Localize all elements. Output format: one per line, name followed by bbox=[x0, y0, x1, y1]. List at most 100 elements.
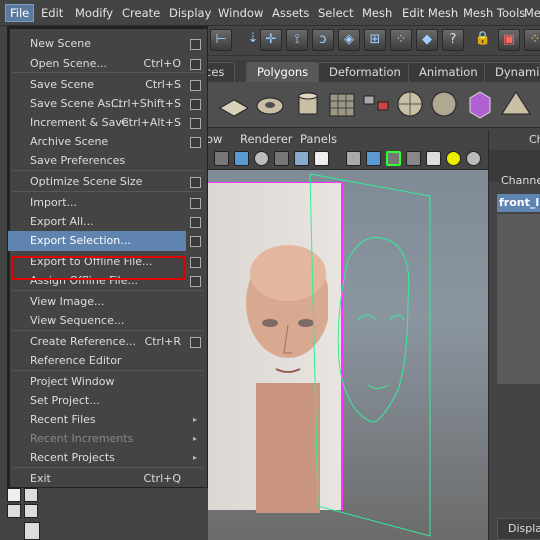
snap-curve-icon[interactable]: ⟟ bbox=[286, 29, 308, 51]
menu-item-shortcut: Ctrl+S bbox=[145, 78, 181, 91]
lock-icon[interactable]: 🔒 bbox=[472, 29, 494, 51]
file-menu-item[interactable]: Reference Editor bbox=[8, 351, 207, 371]
shaded-icon[interactable] bbox=[234, 151, 249, 166]
sphere-icon[interactable] bbox=[394, 88, 426, 120]
file-menu-item[interactable]: Save Scene As... Ctrl+Shift+S bbox=[8, 94, 207, 114]
menu-edit[interactable]: Edit bbox=[41, 4, 63, 22]
layout-persp-icon[interactable] bbox=[24, 488, 38, 502]
cube-icon[interactable] bbox=[464, 88, 496, 120]
resolution-icon[interactable] bbox=[426, 151, 441, 166]
snap-live-icon[interactable]: ⁘ bbox=[390, 29, 412, 51]
file-menu-item[interactable]: Create Reference... Ctrl+R bbox=[8, 332, 207, 352]
poly-sphere-icon[interactable] bbox=[428, 88, 460, 120]
layout-outliner-icon[interactable] bbox=[24, 522, 40, 540]
layout-single-icon[interactable] bbox=[7, 488, 21, 502]
option-box-icon[interactable] bbox=[190, 198, 201, 209]
viewport-3d[interactable] bbox=[208, 170, 488, 540]
camera-icon[interactable] bbox=[346, 151, 361, 166]
option-box-icon[interactable] bbox=[190, 257, 201, 268]
file-menu-item[interactable]: Export Selection... bbox=[8, 231, 201, 251]
file-menu-item[interactable]: Recent Projects ▸ bbox=[8, 448, 207, 468]
texture-icon[interactable] bbox=[274, 151, 289, 166]
extract-icon[interactable] bbox=[360, 88, 392, 120]
file-menu-item[interactable]: Save Scene Ctrl+S bbox=[8, 75, 207, 95]
grid-icon[interactable] bbox=[214, 151, 229, 166]
file-menu-item[interactable]: Recent Files ▸ bbox=[8, 410, 207, 430]
text-icon[interactable] bbox=[314, 151, 329, 166]
shadow-icon[interactable] bbox=[466, 151, 481, 166]
poly-pipe-icon[interactable] bbox=[326, 88, 358, 120]
light-icon[interactable] bbox=[446, 151, 461, 166]
file-menu-item[interactable]: View Sequence... bbox=[8, 311, 207, 331]
panel-menu-panels[interactable]: Panels bbox=[300, 132, 337, 146]
tab-deformation[interactable]: Deformation bbox=[318, 62, 412, 82]
render-settings-icon[interactable]: ⁘ bbox=[524, 29, 540, 51]
poly-cylinder-icon[interactable] bbox=[292, 88, 324, 120]
pyramid-icon[interactable] bbox=[500, 88, 532, 120]
option-box-icon[interactable] bbox=[190, 137, 201, 148]
toolbox bbox=[0, 484, 46, 540]
option-box-icon[interactable] bbox=[190, 337, 201, 348]
menu-separator bbox=[12, 170, 203, 171]
file-menu-item[interactable]: Save Preferences bbox=[8, 151, 207, 171]
wireframe-icon[interactable] bbox=[254, 151, 269, 166]
selected-object[interactable]: front_li bbox=[497, 194, 540, 212]
file-menu-item[interactable]: Archive Scene bbox=[8, 132, 207, 152]
snap-plane-icon[interactable]: ◈ bbox=[338, 29, 360, 51]
display-tab[interactable]: Display bbox=[497, 518, 540, 540]
layout-four-icon[interactable] bbox=[7, 504, 21, 518]
option-box-icon[interactable] bbox=[190, 118, 201, 129]
menu-modify[interactable]: Modify bbox=[75, 4, 113, 22]
option-box-icon[interactable] bbox=[190, 217, 201, 228]
file-menu-item[interactable]: Optimize Scene Size bbox=[8, 172, 207, 192]
help-icon[interactable]: ? bbox=[442, 29, 464, 51]
menu-assets[interactable]: Assets bbox=[272, 4, 309, 22]
option-box-icon[interactable] bbox=[190, 276, 201, 287]
menu-mesh-tools[interactable]: Mesh Tools bbox=[463, 4, 525, 22]
poly-torus-icon[interactable] bbox=[254, 88, 286, 120]
file-menu-item[interactable]: Project Window bbox=[8, 372, 207, 392]
snap-surface-icon[interactable]: ⊞ bbox=[364, 29, 386, 51]
panel-menu-renderer[interactable]: Renderer bbox=[240, 132, 293, 146]
render-icon[interactable]: ▣ bbox=[498, 29, 520, 51]
menu-file[interactable]: File bbox=[5, 4, 35, 22]
history-icon[interactable]: ◆ bbox=[416, 29, 438, 51]
snap-icon[interactable]: ⊢ bbox=[210, 29, 232, 51]
file-menu-item[interactable]: Import... bbox=[8, 193, 207, 213]
file-menu-item[interactable]: Open Scene... Ctrl+O bbox=[8, 54, 207, 74]
menu-more[interactable]: Me bbox=[524, 4, 540, 22]
option-box-icon[interactable] bbox=[190, 59, 201, 70]
snap-point-icon[interactable]: ↄ bbox=[312, 29, 334, 51]
highlight-callout bbox=[12, 256, 185, 280]
menu-select[interactable]: Select bbox=[318, 4, 353, 22]
option-box-icon[interactable] bbox=[190, 99, 201, 110]
file-menu-item[interactable]: New Scene bbox=[8, 34, 207, 54]
tab-polygons[interactable]: Polygons bbox=[246, 62, 320, 82]
file-menu-item[interactable]: Export All... bbox=[8, 212, 207, 232]
panel-menu-show[interactable]: ow bbox=[206, 132, 222, 146]
menu-separator bbox=[12, 290, 203, 291]
film-gate-icon[interactable] bbox=[406, 151, 421, 166]
menu-edit-mesh[interactable]: Edit Mesh bbox=[402, 4, 458, 22]
tab-animation[interactable]: Animation bbox=[408, 62, 489, 82]
menu-window[interactable]: Window bbox=[218, 4, 263, 22]
file-menu-item[interactable]: Set Project... bbox=[8, 391, 207, 411]
isolate-icon[interactable] bbox=[386, 151, 401, 166]
tab-dynamics[interactable]: Dynamics bbox=[484, 62, 540, 82]
option-box-icon[interactable] bbox=[190, 39, 201, 50]
xray-icon[interactable] bbox=[366, 151, 381, 166]
menu-create[interactable]: Create bbox=[122, 4, 160, 22]
file-menu-item[interactable]: Exit Ctrl+Q bbox=[8, 469, 207, 489]
option-box-icon[interactable] bbox=[190, 177, 201, 188]
menu-mesh[interactable]: Mesh bbox=[362, 4, 392, 22]
poly-plane-icon[interactable] bbox=[218, 88, 250, 120]
lighting-icon[interactable] bbox=[294, 151, 309, 166]
menu-display[interactable]: Display bbox=[169, 4, 211, 22]
option-box-icon[interactable] bbox=[190, 236, 201, 247]
file-menu-item[interactable]: Increment & Save Ctrl+Alt+S bbox=[8, 113, 207, 133]
channel-label: Channel bbox=[501, 174, 540, 187]
snap-grid-icon[interactable]: ✛ bbox=[260, 29, 282, 51]
file-menu-item[interactable]: View Image... bbox=[8, 292, 207, 312]
option-box-icon[interactable] bbox=[190, 80, 201, 91]
layout-two-icon[interactable] bbox=[24, 504, 38, 518]
